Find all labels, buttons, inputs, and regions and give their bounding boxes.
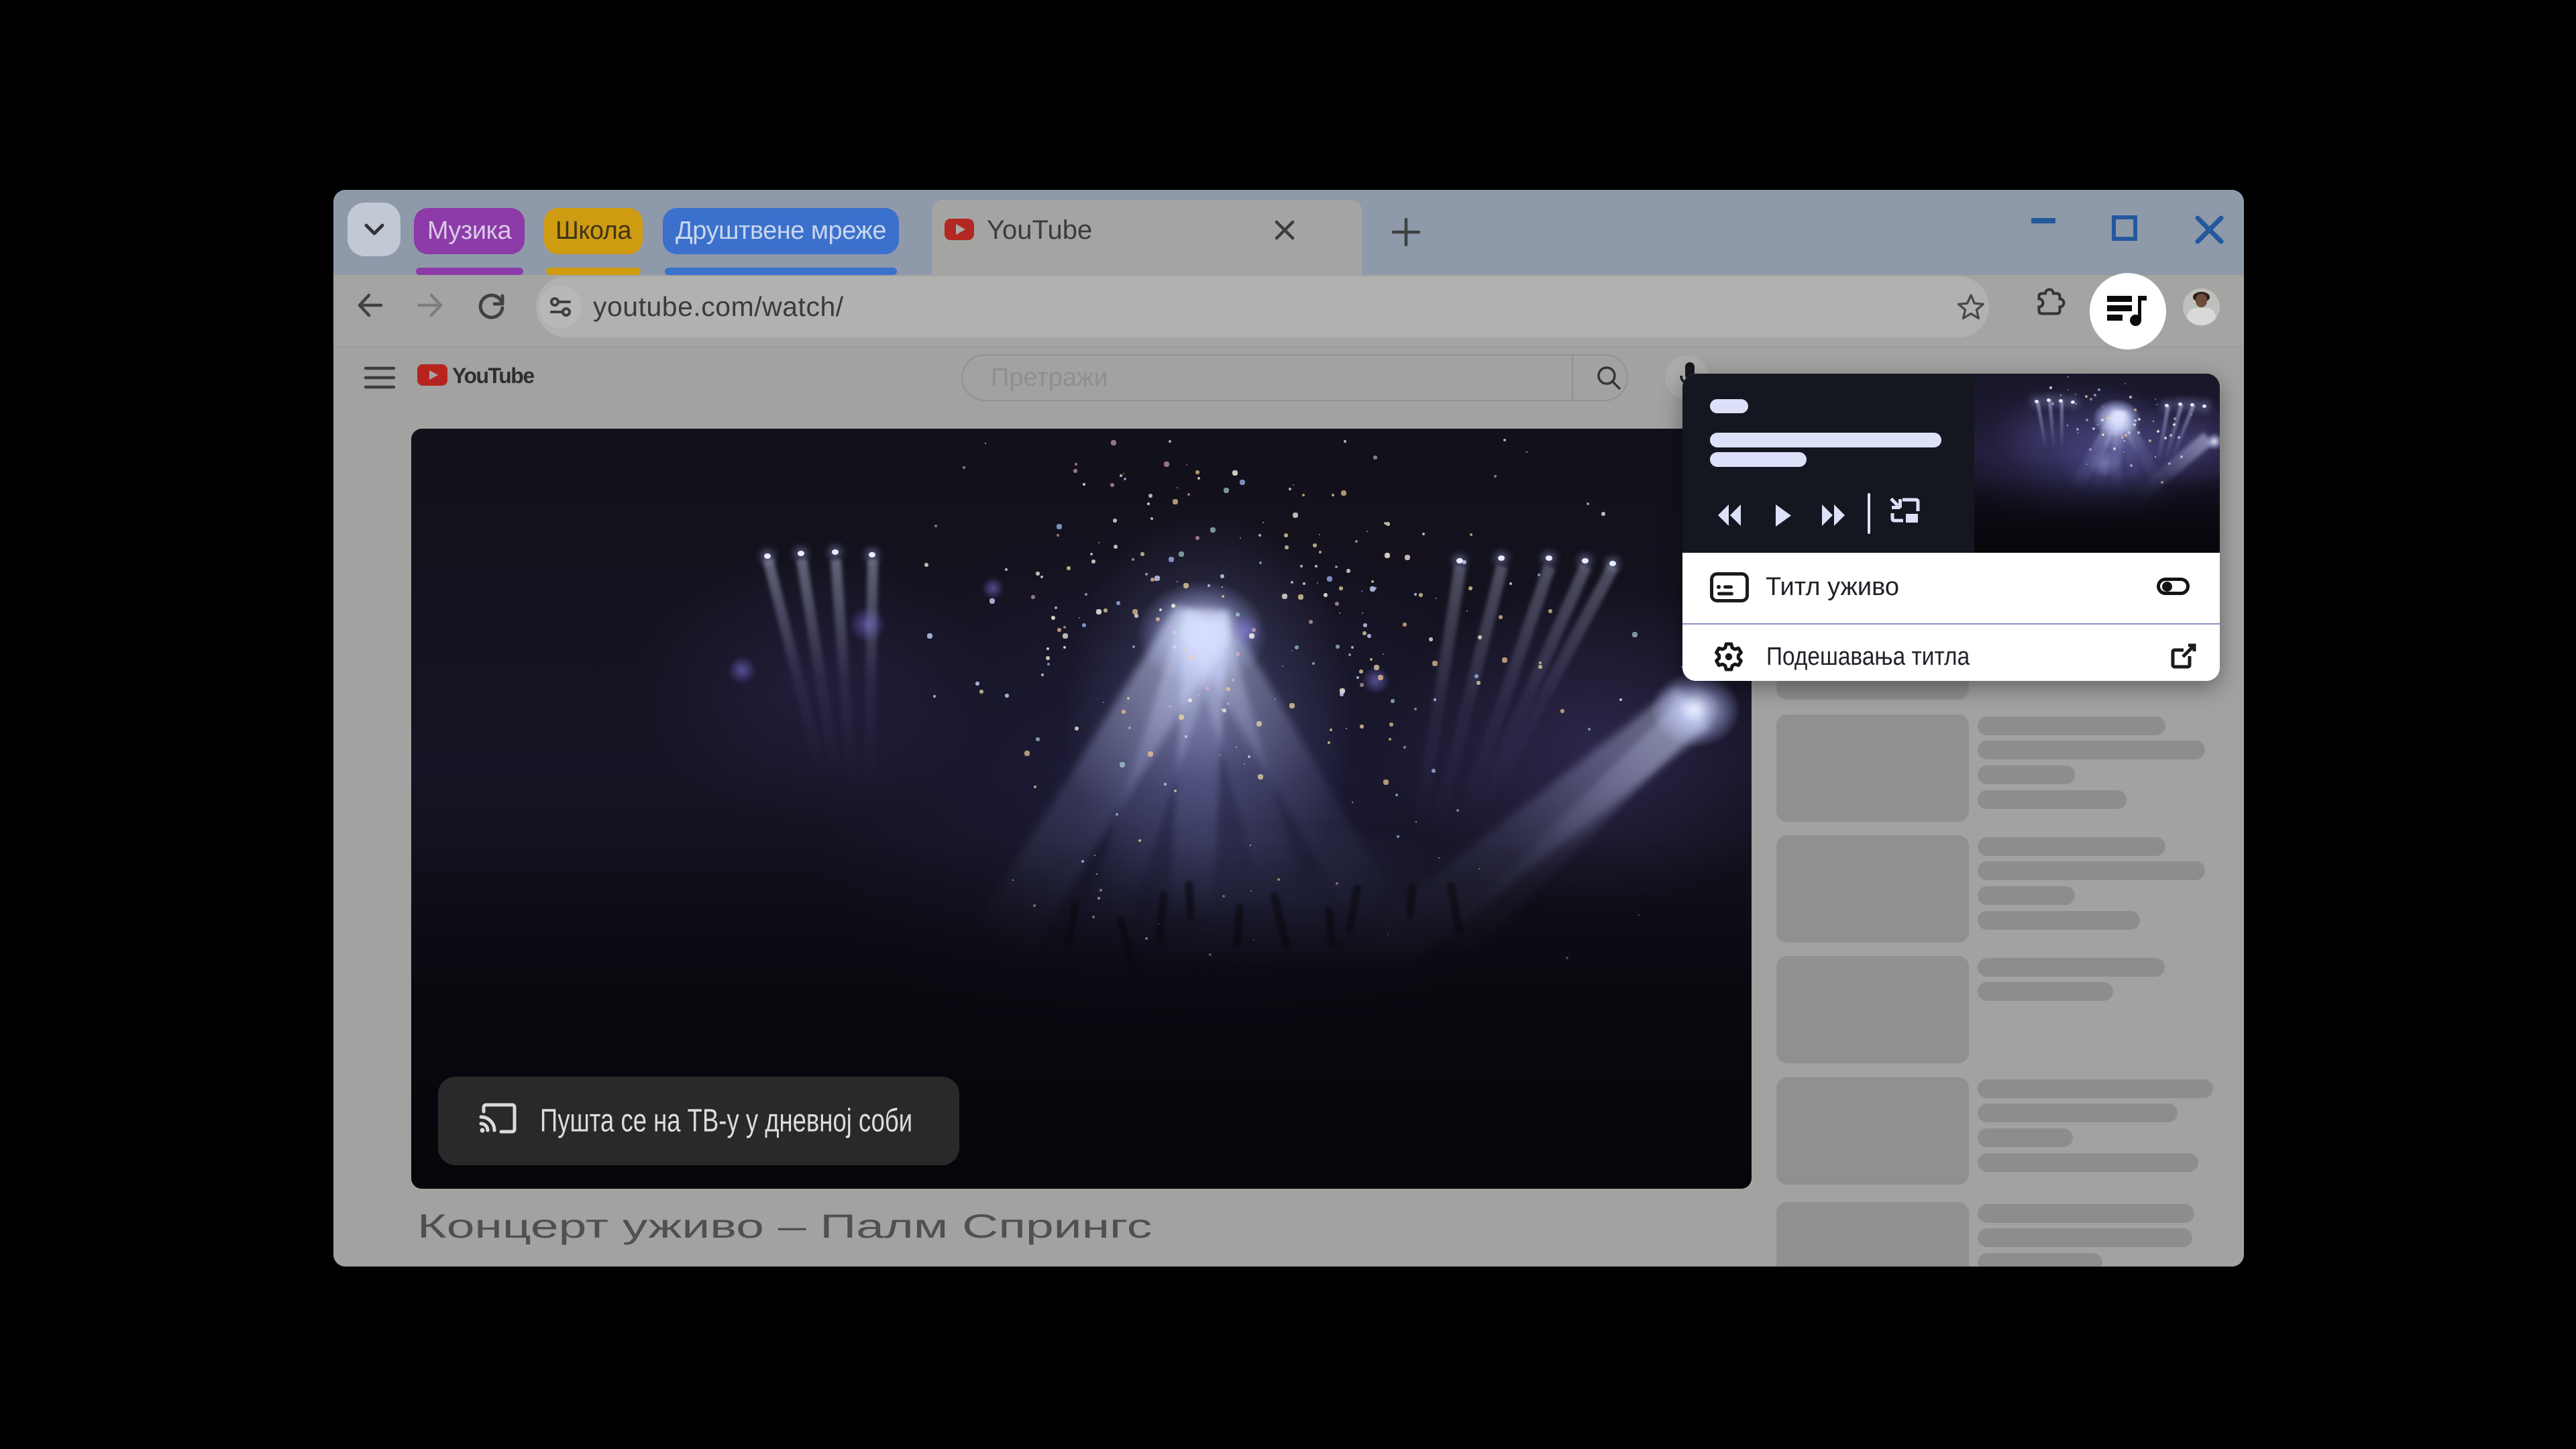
svg-text:YouTube: YouTube <box>452 364 534 387</box>
